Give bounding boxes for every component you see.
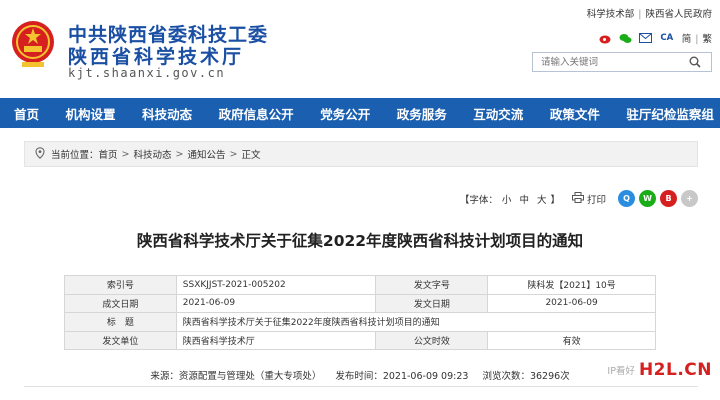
validity-label: 公文时效 xyxy=(375,330,489,350)
subject-label: 标 题 xyxy=(64,312,177,332)
nav-discipline[interactable]: 驻厅纪检监察组 xyxy=(626,104,714,123)
validity-value: 有效 xyxy=(487,330,656,350)
location-pin-icon xyxy=(35,146,45,162)
site-domain: kjt.shaanxi.gov.cn xyxy=(68,66,226,80)
lang-traditional[interactable]: 繁 xyxy=(702,34,712,45)
watermark: IP看好 H2L.CN xyxy=(607,360,712,380)
watermark-read-label: IP看好 xyxy=(607,366,635,377)
share-icons: Q W B + xyxy=(618,190,698,207)
font-size-label: 【字体： xyxy=(459,194,498,206)
font-small-button[interactable]: 小 xyxy=(502,192,512,206)
nav-organization[interactable]: 机构设置 xyxy=(66,104,116,123)
national-emblem-icon xyxy=(12,21,54,67)
language-switch: 简 | 繁 xyxy=(681,34,712,45)
breadcrumb-sep: > xyxy=(121,148,130,160)
wechat-share-icon[interactable]: W xyxy=(639,190,656,207)
breadcrumb-sep: > xyxy=(175,148,184,160)
divider xyxy=(24,386,698,387)
created-date-label: 成文日期 xyxy=(64,293,177,313)
copy-icon[interactable]: + xyxy=(681,190,698,207)
subject-value: 陕西省科学技术厅关于征集2022年度陕西省科技计划项目的通知 xyxy=(175,312,657,332)
nav-policy[interactable]: 政策文件 xyxy=(550,104,600,123)
wechat-icon[interactable] xyxy=(619,32,632,45)
nav-tech-news[interactable]: 科技动态 xyxy=(142,104,192,123)
breadcrumb-tech-news[interactable]: 科技动态 xyxy=(134,147,172,161)
published-date-label: 发文日期 xyxy=(375,293,489,313)
created-date-value: 2021-06-09 xyxy=(175,293,377,313)
breadcrumb-sep: > xyxy=(229,148,238,160)
nav-gov-info[interactable]: 政府信息公开 xyxy=(219,104,294,123)
watermark-logo: H2L.CN xyxy=(638,360,712,380)
index-label: 索引号 xyxy=(64,275,177,295)
lang-simplified[interactable]: 简 xyxy=(682,34,692,45)
issuer-label: 发文单位 xyxy=(64,330,177,350)
breadcrumb-prefix: 当前位置： xyxy=(51,150,99,161)
docno-label: 发文字号 xyxy=(375,275,489,295)
table-row: 成文日期 2021-06-09 发文日期 2021-06-09 xyxy=(64,293,656,313)
search-icon[interactable] xyxy=(683,53,707,71)
breadcrumb-current: 正文 xyxy=(241,150,261,161)
breadcrumb-notices[interactable]: 通知公告 xyxy=(187,147,225,161)
nav-interaction[interactable]: 互动交流 xyxy=(473,104,523,123)
share-bar: CA 简 | 繁 xyxy=(599,31,712,45)
weibo-share-icon[interactable]: B xyxy=(660,190,677,207)
docno-value: 陕科发【2021】10号 xyxy=(487,275,656,295)
publish-time: 发布时间：2021-06-09 09:23 xyxy=(335,371,469,382)
font-large-button[interactable]: 大 xyxy=(537,192,547,206)
ca-icon[interactable]: CA xyxy=(659,32,675,45)
weibo-icon[interactable] xyxy=(599,32,612,45)
nav-home[interactable]: 首页 xyxy=(14,104,39,123)
search-box xyxy=(532,52,712,72)
nav-gov-services[interactable]: 政务服务 xyxy=(397,104,447,123)
font-size-close: 】 xyxy=(550,194,560,206)
main-nav: 首页 机构设置 科技动态 政府信息公开 党务公开 政务服务 互动交流 政策文件 … xyxy=(0,98,720,128)
font-medium-button[interactable]: 中 xyxy=(519,192,529,206)
search-input[interactable] xyxy=(533,53,683,71)
printer-icon xyxy=(571,191,584,206)
article-title: 陕西省科学技术厅关于征集2022年度陕西省科技计划项目的通知 xyxy=(136,232,584,250)
mail-icon[interactable] xyxy=(638,32,652,45)
article-tools: 【字体： 小 中 大 】 打印 Q W B + xyxy=(460,190,698,207)
print-button[interactable]: 打印 xyxy=(571,191,606,206)
table-row: 发文单位 陕西省科学技术厅 公文时效 有效 xyxy=(64,330,656,350)
breadcrumb: 当前位置： 首页 > 科技动态 > 通知公告 > 正文 xyxy=(24,141,698,167)
top-link-province[interactable]: 陕西省人民政府 xyxy=(645,9,712,20)
site-header: 中共陕西省委科技工委 陕西省科学技术厅 kjt.shaanxi.gov.cn 科… xyxy=(0,0,720,98)
source-text: 来源：资源配置与管理处（重大专项处） xyxy=(150,371,322,382)
view-count: 浏览次数：36296次 xyxy=(482,371,570,382)
table-row: 索引号 SSXKJJST-2021-005202 发文字号 陕科发【2021】1… xyxy=(64,275,656,295)
top-links: 科学技术部 | 陕西省人民政府 xyxy=(586,9,712,20)
nav-party-affairs[interactable]: 党务公开 xyxy=(320,104,370,123)
table-row: 标 题 陕西省科学技术厅关于征集2022年度陕西省科技计划项目的通知 xyxy=(64,312,657,332)
published-date-value: 2021-06-09 xyxy=(487,293,656,313)
print-label: 打印 xyxy=(586,194,606,206)
document-info-table: 索引号 SSXKJJST-2021-005202 发文字号 陕科发【2021】1… xyxy=(64,275,657,350)
top-link-most[interactable]: 科学技术部 xyxy=(587,9,635,20)
index-value: SSXKJJST-2021-005202 xyxy=(175,275,377,295)
breadcrumb-home[interactable]: 首页 xyxy=(99,147,118,161)
qq-icon[interactable]: Q xyxy=(618,190,635,207)
issuer-value: 陕西省科学技术厅 xyxy=(175,330,377,350)
org-name-line2: 陕西省科学技术厅 xyxy=(68,46,245,68)
